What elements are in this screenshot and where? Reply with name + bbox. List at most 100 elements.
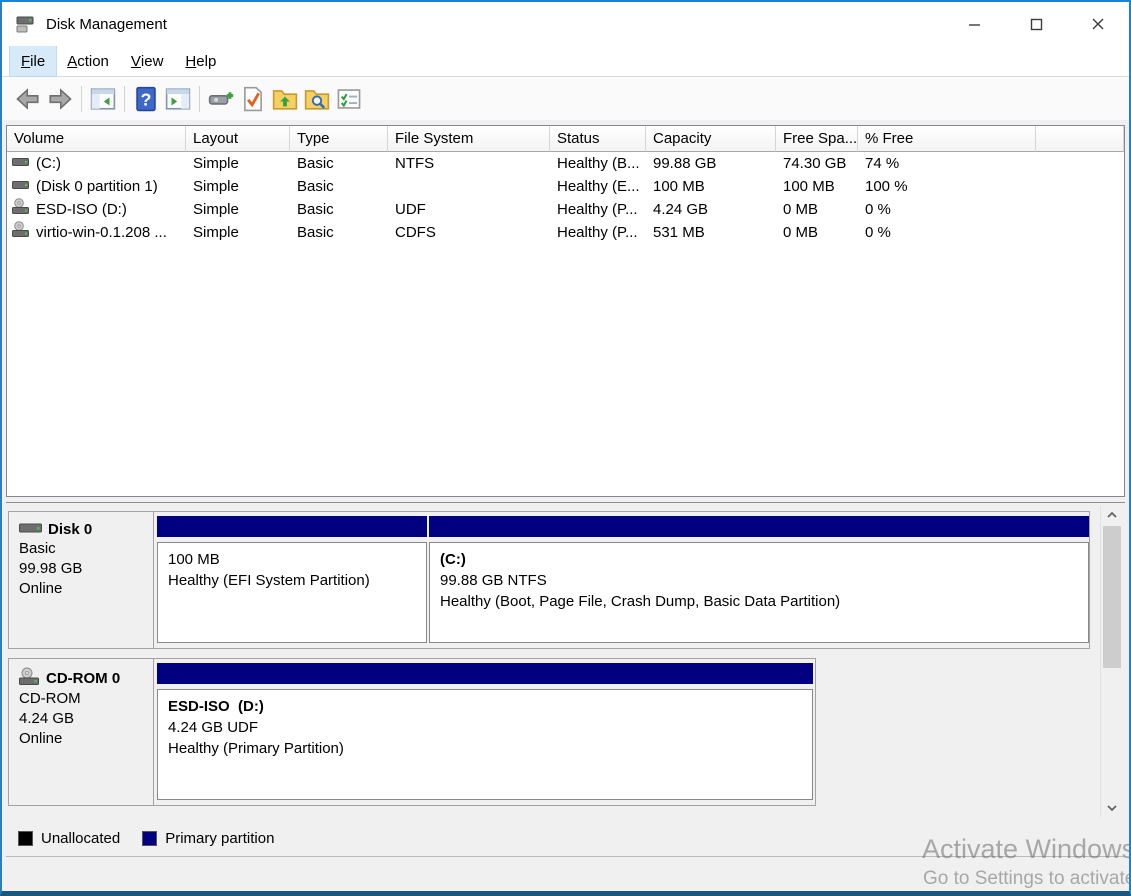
- svg-text:?: ?: [141, 89, 152, 109]
- column-header-percent-free[interactable]: % Free: [858, 126, 1036, 152]
- legend-bar: Unallocated Primary partition: [6, 820, 1125, 857]
- menu-help[interactable]: Help: [174, 46, 227, 76]
- cell-filler: [1036, 221, 1124, 244]
- toolbar-separator: [199, 86, 200, 112]
- folder-search-icon[interactable]: [301, 83, 333, 115]
- volume-list: Volume Layout Type File System Status Ca…: [6, 125, 1125, 497]
- cell-percent-free: 0 %: [858, 221, 1036, 244]
- cdrom-0-row: CD-ROM 0 CD-ROM 4.24 GB Online ESD-ISO (…: [8, 658, 816, 806]
- legend-label-unallocated: Unallocated: [41, 830, 120, 847]
- cell-capacity: 99.88 GB: [646, 152, 776, 175]
- cell-type: Basic: [290, 152, 388, 175]
- title-bar: Disk Management: [2, 2, 1129, 46]
- unallocated-swatch: [18, 831, 33, 846]
- vertical-scrollbar[interactable]: [1100, 506, 1123, 817]
- cell-capacity: 100 MB: [646, 175, 776, 198]
- check-disk-icon[interactable]: [237, 83, 269, 115]
- cell-percent-free: 100 %: [858, 175, 1036, 198]
- scroll-down-icon[interactable]: [1101, 799, 1123, 817]
- hdd-icon: [12, 175, 30, 198]
- column-header-type[interactable]: Type: [290, 126, 388, 152]
- cell-capacity: 531 MB: [646, 221, 776, 244]
- menu-action[interactable]: Action: [56, 46, 120, 76]
- back-arrow-icon[interactable]: [12, 83, 44, 115]
- cd-icon: [19, 667, 41, 689]
- disk-name: Disk 0: [48, 521, 92, 538]
- cell-percent-free: 74 %: [858, 152, 1036, 175]
- cell-type: Basic: [290, 175, 388, 198]
- cell-file-system: CDFS: [388, 221, 550, 244]
- scroll-up-icon[interactable]: [1101, 506, 1123, 524]
- column-header-capacity[interactable]: Capacity: [646, 126, 776, 152]
- cell-free-space: 0 MB: [776, 198, 858, 221]
- menu-bar: File Action View Help: [2, 46, 1129, 77]
- volume-row-disk0-partition1[interactable]: (Disk 0 partition 1) Simple Basic Health…: [7, 175, 1124, 198]
- volume-row-c[interactable]: (C:) Simple Basic NTFS Healthy (B... 99.…: [7, 152, 1124, 175]
- volume-name: (C:): [36, 152, 61, 175]
- column-header-file-system[interactable]: File System: [388, 126, 550, 152]
- cell-file-system: NTFS: [388, 152, 550, 175]
- primary-partition-swatch: [142, 831, 157, 846]
- column-header-status[interactable]: Status: [550, 126, 646, 152]
- cell-file-system: UDF: [388, 198, 550, 221]
- partition-color-bar: [157, 516, 427, 537]
- partition-size: 99.88 GB NTFS: [440, 570, 1088, 591]
- cdrom-0-label[interactable]: CD-ROM 0 CD-ROM 4.24 GB Online: [9, 659, 154, 805]
- cell-status: Healthy (B...: [550, 152, 646, 175]
- cell-free-space: 0 MB: [776, 221, 858, 244]
- partition-size: 4.24 GB UDF: [168, 717, 812, 738]
- maximize-button[interactable]: [1005, 2, 1067, 46]
- volume-name: (Disk 0 partition 1): [36, 175, 158, 198]
- column-header-filler: [1036, 126, 1124, 152]
- cell-layout: Simple: [186, 198, 290, 221]
- cell-filler: [1036, 198, 1124, 221]
- disk-status: Online: [19, 579, 153, 599]
- volume-row-esd-iso[interactable]: ESD-ISO (D:) Simple Basic UDF Healthy (P…: [7, 198, 1124, 221]
- menu-file[interactable]: File: [10, 46, 56, 76]
- help-icon[interactable]: ?: [130, 83, 162, 115]
- properties-list-icon[interactable]: [333, 83, 365, 115]
- column-header-layout[interactable]: Layout: [186, 126, 290, 152]
- cell-status: Healthy (P...: [550, 198, 646, 221]
- toolbar-separator: [81, 86, 82, 112]
- scrollbar-thumb[interactable]: [1103, 526, 1121, 668]
- disk-management-window: Disk Management File Action View Help: [0, 0, 1131, 896]
- window-title: Disk Management: [46, 16, 167, 33]
- rescan-disks-icon[interactable]: [205, 83, 237, 115]
- volume-row-virtio-win[interactable]: virtio-win-0.1.208 ... Simple Basic CDFS…: [7, 221, 1124, 244]
- disk-management-app-icon: [14, 13, 36, 35]
- disk-size: 99.98 GB: [19, 559, 153, 579]
- disk-name: CD-ROM 0: [46, 670, 120, 687]
- cell-capacity: 4.24 GB: [646, 198, 776, 221]
- close-button[interactable]: [1067, 2, 1129, 46]
- minimize-button[interactable]: [943, 2, 1005, 46]
- content-area: Volume Layout Type File System Status Ca…: [2, 120, 1129, 891]
- folder-up-icon[interactable]: [269, 83, 301, 115]
- status-bar: [2, 891, 1129, 896]
- toolbar: ?: [2, 77, 1129, 120]
- cell-type: Basic: [290, 221, 388, 244]
- column-header-volume[interactable]: Volume: [7, 126, 186, 152]
- column-header-free-space[interactable]: Free Spa...: [776, 126, 858, 152]
- partition-title: ESD-ISO (D:): [168, 696, 812, 717]
- cd-icon: [12, 221, 30, 244]
- partition-efi[interactable]: 100 MB Healthy (EFI System Partition): [157, 516, 427, 643]
- disk-0-label[interactable]: Disk 0 Basic 99.98 GB Online: [9, 512, 154, 648]
- cell-status: Healthy (P...: [550, 221, 646, 244]
- show-console-tree-icon[interactable]: [87, 83, 119, 115]
- cell-filler: [1036, 175, 1124, 198]
- partition-size: 100 MB: [168, 549, 426, 570]
- show-action-pane-icon[interactable]: [162, 83, 194, 115]
- partition-title: (C:): [440, 549, 1088, 570]
- partition-esd-iso[interactable]: ESD-ISO (D:) 4.24 GB UDF Healthy (Primar…: [157, 663, 813, 800]
- cell-free-space: 74.30 GB: [776, 152, 858, 175]
- cd-icon: [12, 198, 30, 221]
- menu-view[interactable]: View: [120, 46, 175, 76]
- cell-layout: Simple: [186, 221, 290, 244]
- partition-c[interactable]: (C:) 99.88 GB NTFS Healthy (Boot, Page F…: [429, 516, 1089, 643]
- cell-layout: Simple: [186, 152, 290, 175]
- disk-kind: CD-ROM: [19, 689, 153, 709]
- forward-arrow-icon[interactable]: [44, 83, 76, 115]
- disk-kind: Basic: [19, 539, 153, 559]
- cell-percent-free: 0 %: [858, 198, 1036, 221]
